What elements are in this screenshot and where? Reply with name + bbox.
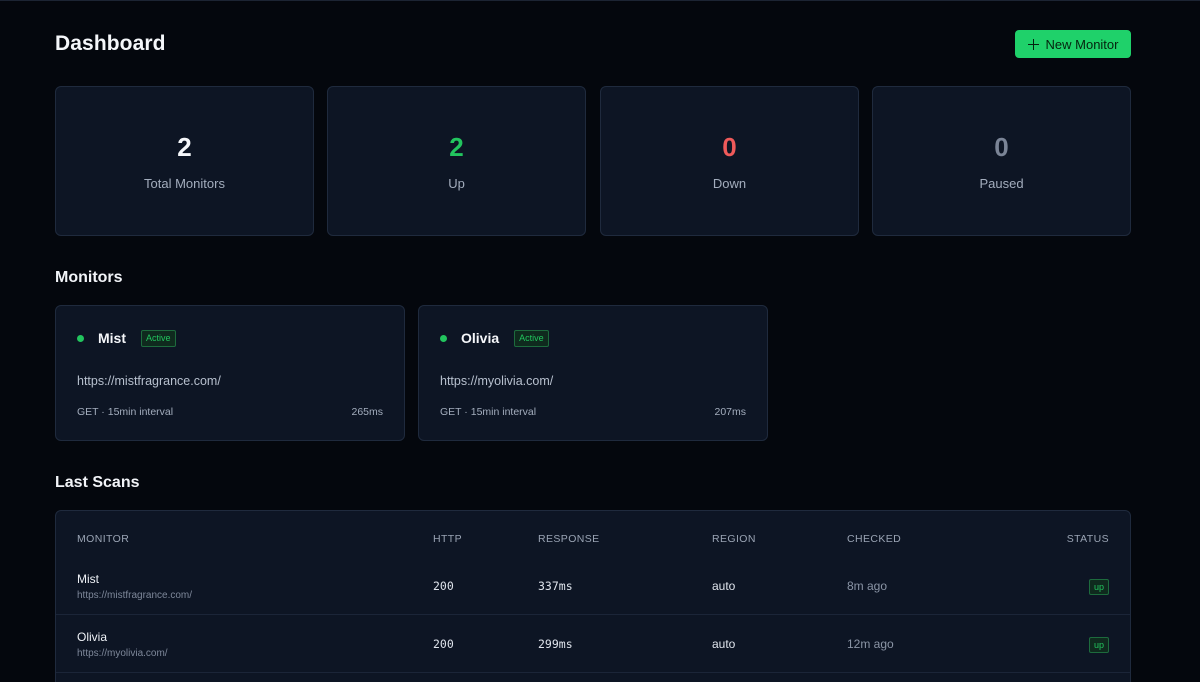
monitor-response-time: 207ms — [714, 406, 746, 418]
stat-card-paused: 0 Paused — [872, 86, 1131, 236]
row-region: auto — [712, 579, 736, 593]
new-monitor-button[interactable]: New Monitor — [1015, 30, 1131, 58]
status-badge: Active — [514, 329, 549, 347]
row-monitor-url: https://mistfragrance.com/ — [77, 590, 193, 601]
status-dot-icon — [77, 334, 84, 342]
row-status-badge: up — [1088, 637, 1109, 653]
plus-icon — [1027, 38, 1039, 50]
page-title: Dashboard — [55, 32, 166, 55]
last-scans-section-title: Last Scans — [55, 474, 140, 491]
monitor-url: https://mistfragrance.com/ — [77, 374, 221, 388]
table-row[interactable]: Mist https://mistfragrance.com/ 200 337m… — [56, 558, 1130, 615]
stat-card-total: 2 Total Monitors — [55, 86, 314, 236]
column-header-status: STATUS — [1066, 533, 1109, 545]
column-header-checked: CHECKED — [847, 533, 902, 545]
stat-card-up: 2 Up — [327, 86, 586, 236]
last-scans-table: MONITOR HTTP RESPONSE REGION CHECKED STA… — [55, 510, 1131, 682]
stat-value-down: 0 — [722, 132, 737, 162]
column-header-http: HTTP — [433, 533, 463, 545]
monitors-section-title: Monitors — [55, 269, 123, 286]
monitor-card-header: Mist Active — [77, 329, 176, 347]
row-monitor-url: https://myolivia.com/ — [77, 648, 168, 659]
stats-row: 2 Total Monitors 2 Up 0 Down 0 Paused — [55, 86, 1131, 236]
stat-value-paused: 0 — [994, 132, 1009, 162]
row-region: auto — [712, 637, 736, 651]
stat-value-up: 2 — [449, 132, 464, 162]
monitor-response-time: 265ms — [351, 406, 383, 418]
row-response: 299ms — [538, 637, 573, 651]
row-checked: 8m ago — [847, 579, 888, 593]
stat-value-total: 2 — [177, 132, 192, 162]
row-monitor-name: Olivia — [77, 630, 108, 644]
monitor-url: https://myolivia.com/ — [440, 374, 554, 388]
status-badge: Active — [141, 329, 176, 347]
row-response: 337ms — [538, 579, 573, 593]
stat-label-down: Down — [712, 176, 747, 191]
column-header-response: RESPONSE — [538, 533, 600, 545]
stat-card-down: 0 Down — [600, 86, 859, 236]
monitor-meta: GET · 15min interval — [440, 406, 537, 418]
stat-label-total: Total Monitors — [144, 176, 225, 191]
status-dot-icon — [440, 334, 447, 342]
row-checked: 12m ago — [847, 637, 894, 651]
row-monitor-name: Mist — [77, 572, 99, 586]
monitor-meta: GET · 15min interval — [77, 406, 174, 418]
stat-label-up: Up — [448, 176, 465, 191]
table-row[interactable]: Olivia https://myolivia.com/ 200 299ms a… — [56, 616, 1130, 673]
row-status-badge: up — [1088, 579, 1109, 595]
column-header-monitor: MONITOR — [77, 533, 130, 545]
row-http-code: 200 — [433, 637, 454, 651]
row-http-code: 200 — [433, 579, 454, 593]
new-monitor-label: New Monitor — [1045, 36, 1119, 52]
column-header-region: REGION — [712, 533, 756, 545]
monitor-name: Mist — [98, 330, 126, 346]
monitor-card-olivia[interactable]: Olivia Active https://myolivia.com/ GET … — [418, 305, 768, 441]
page-header: Dashboard New Monitor — [55, 29, 1131, 59]
stat-label-paused: Paused — [979, 176, 1024, 191]
monitor-name: Olivia — [461, 330, 500, 346]
monitor-card-header: Olivia Active — [440, 329, 549, 347]
monitor-card-mist[interactable]: Mist Active https://mistfragrance.com/ G… — [55, 305, 405, 441]
